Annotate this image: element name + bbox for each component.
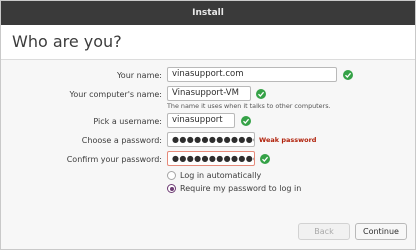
confirm-password-label: Confirm your password: — [66, 155, 162, 164]
continue-button[interactable]: Continue — [355, 223, 407, 240]
username-valid-check-icon — [241, 116, 251, 126]
name-label: Your name: — [116, 71, 162, 80]
username-input[interactable]: vinasupport — [167, 113, 235, 128]
name-valid-check-icon — [343, 70, 353, 80]
password-label: Choose a password: — [81, 136, 162, 145]
require-password-label: Require my password to log in — [180, 184, 302, 193]
computer-name-label: Your computer's name: — [69, 90, 163, 99]
computer-name-input[interactable]: Vinasupport-VM — [167, 86, 251, 101]
radio-button[interactable] — [167, 171, 176, 180]
window-titlebar: Install — [1, 1, 415, 25]
username-label: Pick a username: — [93, 117, 162, 126]
login-automatically-label: Log in automatically — [180, 171, 262, 180]
password-strength-text: Weak password — [259, 136, 317, 144]
require-password-option[interactable]: Require my password to log in — [167, 184, 301, 193]
computer-name-valid-check-icon — [256, 89, 266, 99]
confirm-password-input[interactable]: ●●●●●●●●●●●● — [167, 151, 255, 166]
name-input[interactable]: vinasupport.com — [167, 67, 337, 82]
computer-name-hint: The name it uses when it talks to other … — [167, 102, 331, 110]
password-input[interactable]: ●●●●●●●●●●●● — [167, 132, 255, 147]
confirm-password-valid-check-icon — [260, 154, 270, 164]
login-automatically-option[interactable]: Log in automatically — [167, 171, 261, 180]
radio-button-selected[interactable] — [167, 184, 176, 193]
back-button[interactable]: Back — [298, 223, 350, 240]
page-header: Who are you? — [1, 25, 415, 60]
page-title: Who are you? — [12, 32, 122, 51]
installer-window: Install Who are you? Your name: vinasupp… — [0, 0, 416, 250]
